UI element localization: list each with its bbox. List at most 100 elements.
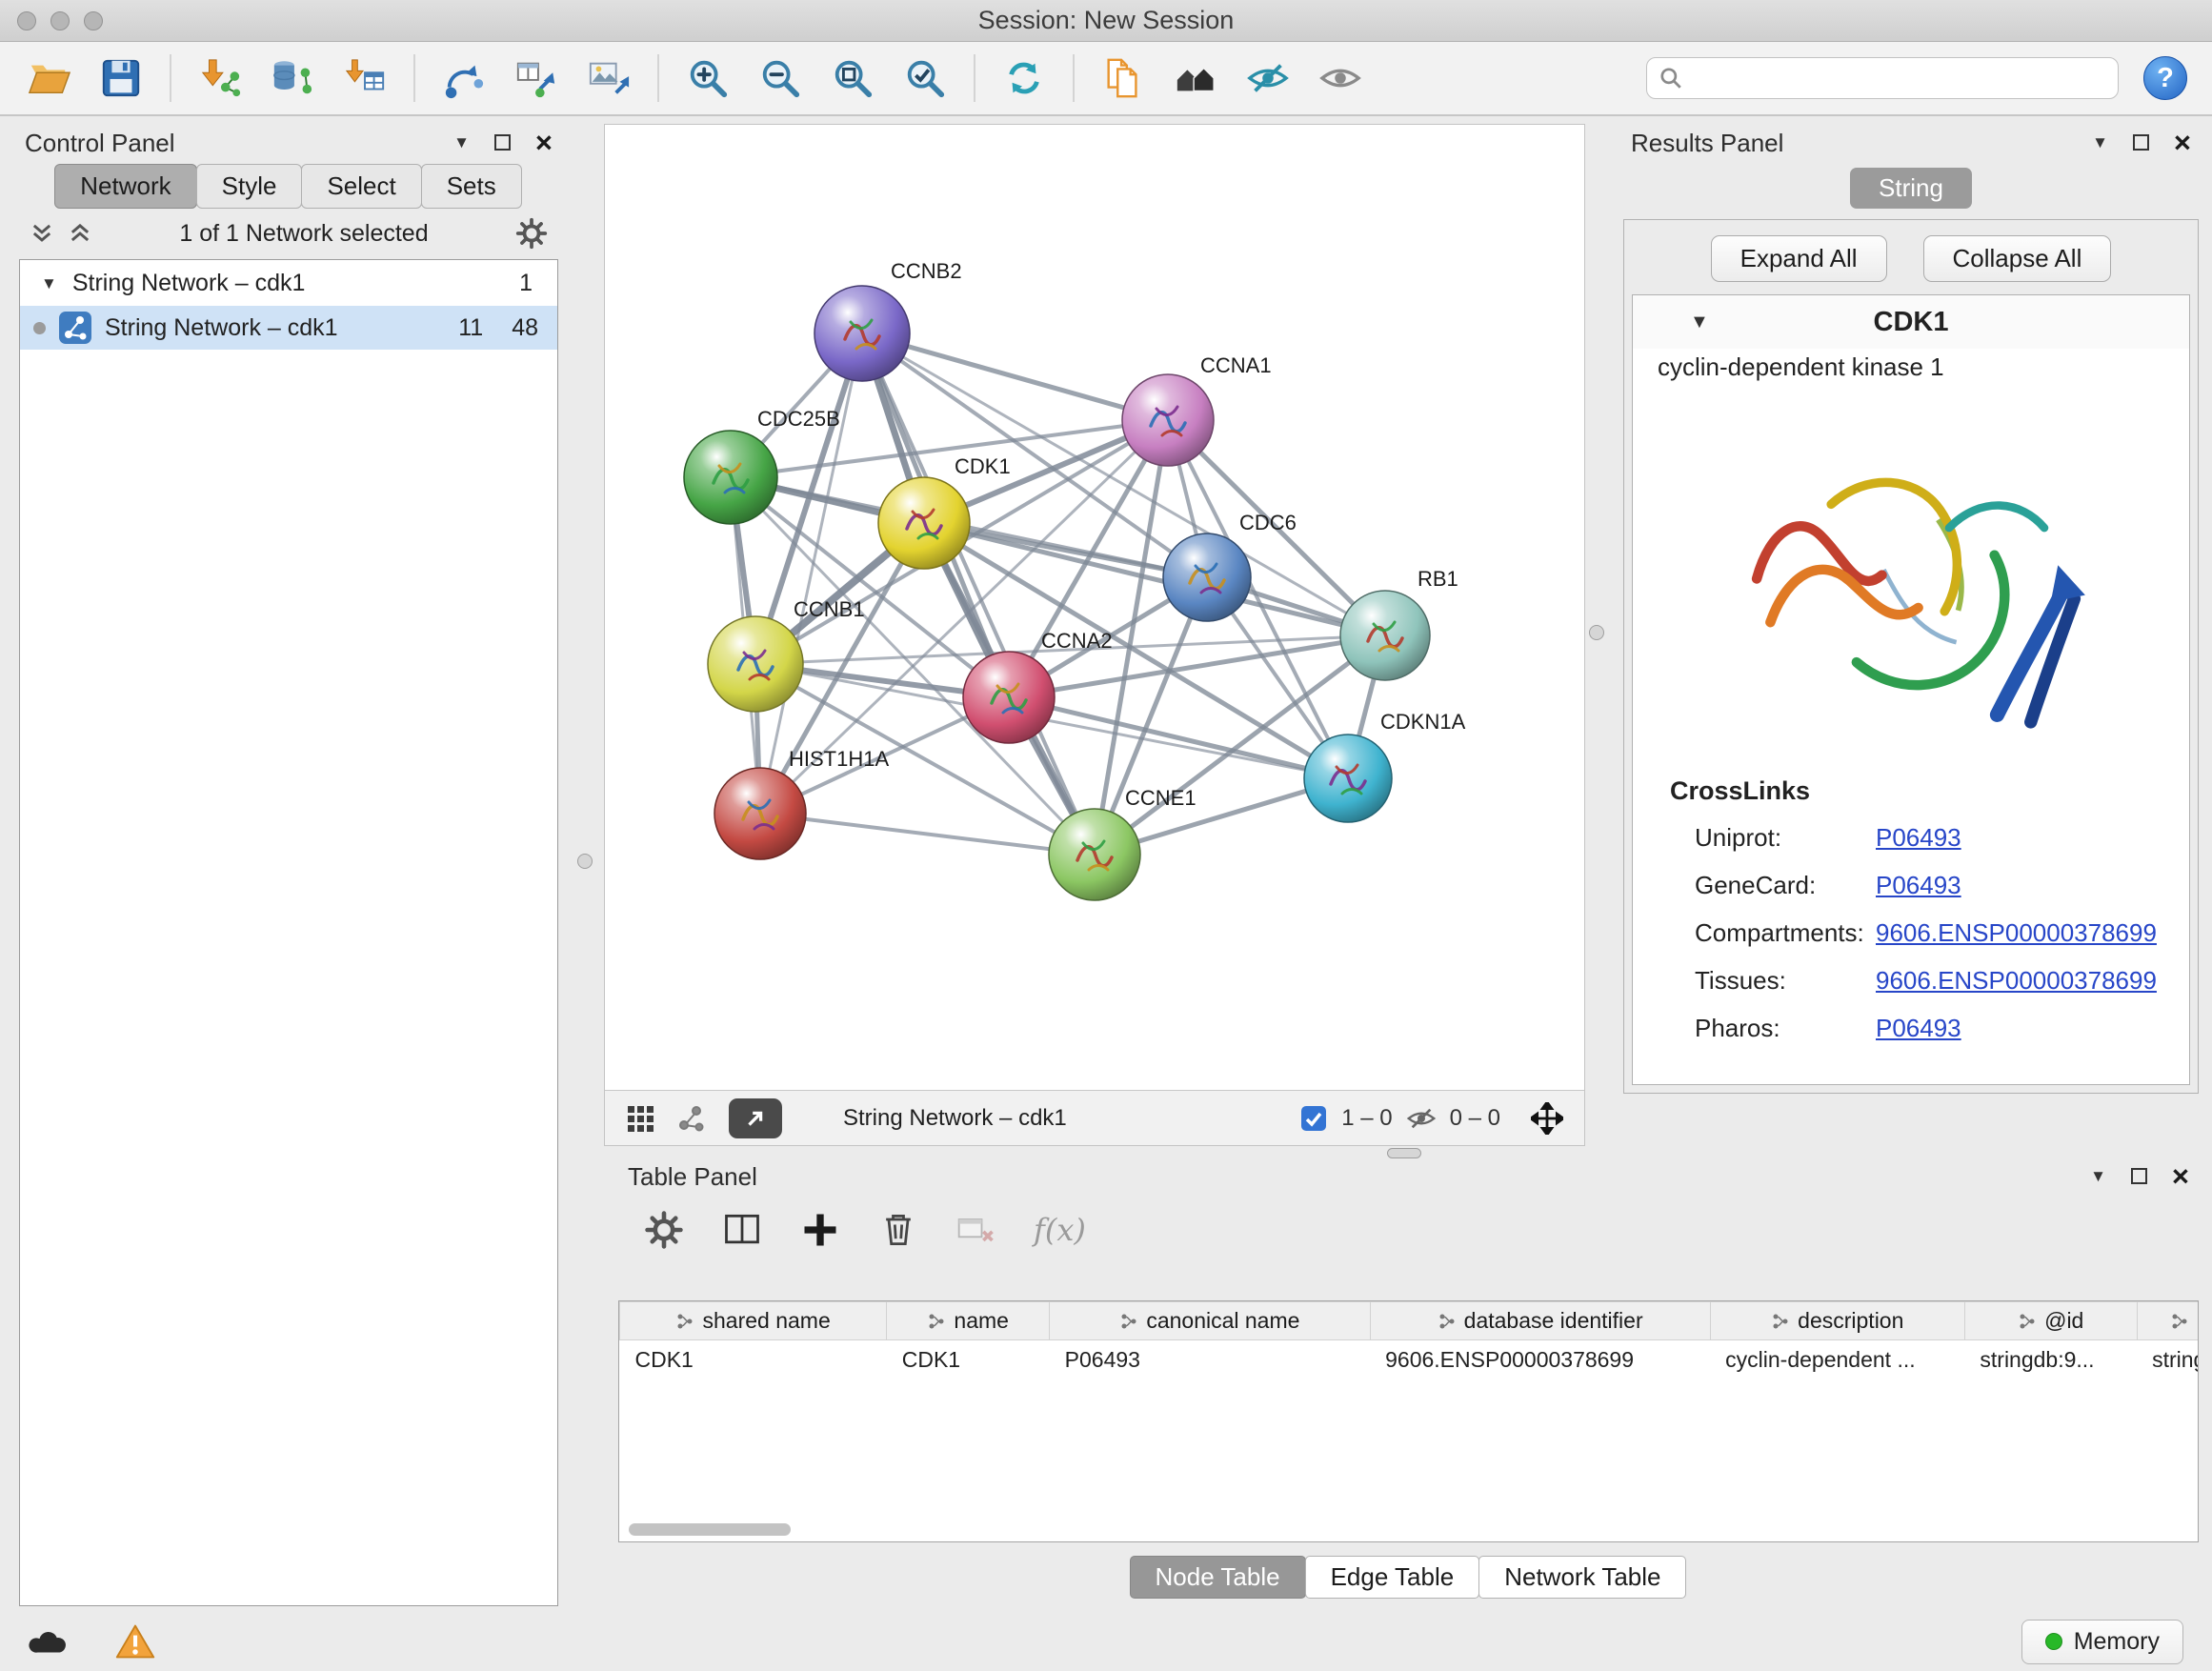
import-network-from-file-button[interactable] — [196, 54, 244, 102]
duplicate-document-button[interactable] — [1099, 54, 1147, 102]
network-canvas[interactable]: CCNB2CCNA1CDC25BCDK1CDC6RB1CCNB1CCNA2CDK… — [605, 125, 1584, 1091]
horizontal-scrollbar[interactable] — [629, 1523, 791, 1536]
crosslink-link[interactable]: P06493 — [1876, 871, 1961, 900]
save-session-button[interactable] — [97, 54, 145, 102]
panel-resize-handle[interactable] — [1387, 1148, 1421, 1158]
crosslink-link[interactable]: 9606.ENSP00000378699 — [1876, 966, 2157, 996]
crosslink-link[interactable]: 9606.ENSP00000378699 — [1876, 918, 2157, 948]
search-field[interactable] — [1646, 57, 2119, 99]
network-row-selected[interactable]: String Network – cdk1 11 48 — [20, 306, 557, 350]
crosslink-row: Tissues:9606.ENSP00000378699 — [1695, 966, 2189, 996]
zoom-window-button[interactable] — [84, 11, 103, 30]
zoom-out-button[interactable] — [756, 54, 804, 102]
collapse-section-icon[interactable]: ▼ — [1690, 312, 1709, 332]
close-window-button[interactable] — [17, 11, 36, 30]
column-header-namespace[interactable]: namespace — [2137, 1302, 2199, 1340]
network-overview-icon[interactable] — [677, 1104, 706, 1133]
new-network-from-table-button[interactable] — [513, 54, 560, 102]
close-panel-icon[interactable]: × — [2172, 1165, 2189, 1189]
home-button[interactable] — [1172, 54, 1219, 102]
close-panel-icon[interactable]: × — [2174, 131, 2191, 155]
column-header-canonical-name[interactable]: canonical name — [1050, 1302, 1370, 1340]
network-edge-CCNB2-HIST1H1A[interactable] — [760, 333, 862, 814]
show-all-eye-button[interactable] — [1317, 54, 1364, 102]
crosslink-link[interactable]: P06493 — [1876, 1014, 1961, 1043]
apply-layout-button[interactable] — [1000, 54, 1048, 102]
network-edge-CCNA2-CDKN1A[interactable] — [1009, 697, 1348, 778]
column-header-shared-name[interactable]: shared name — [620, 1302, 887, 1340]
toolbar-separator — [657, 54, 659, 102]
function-builder-icon[interactable]: f(x) — [1034, 1212, 1086, 1248]
float-panel-icon[interactable] — [2131, 1168, 2147, 1184]
tab-style[interactable]: Style — [196, 164, 303, 209]
warning-icon[interactable] — [114, 1622, 156, 1661]
column-header-database-identifier[interactable]: database identifier — [1370, 1302, 1710, 1340]
zoom-selected-button[interactable] — [901, 54, 949, 102]
tab-string[interactable]: String — [1850, 168, 1972, 209]
float-panel-icon[interactable] — [2133, 134, 2149, 151]
show-columns-icon[interactable] — [721, 1209, 763, 1251]
tab-select[interactable]: Select — [301, 164, 421, 209]
hide-selected-eye-slash-button[interactable] — [1244, 54, 1292, 102]
column-header-description[interactable]: description — [1710, 1302, 1964, 1340]
table-row[interactable]: CDK1CDK1P064939606.ENSP00000378699cyclin… — [620, 1340, 2200, 1380]
column-header-name[interactable]: name — [887, 1302, 1050, 1340]
expand-all-icon[interactable] — [67, 220, 93, 247]
crosslink-link[interactable]: P06493 — [1876, 823, 1961, 853]
panel-menu-icon[interactable]: ▼ — [2092, 134, 2108, 151]
collapse-all-icon[interactable] — [29, 220, 55, 247]
add-column-plus-icon[interactable] — [799, 1209, 841, 1251]
network-node-label: CCNE1 — [1125, 786, 1196, 810]
selected-checkbox-icon[interactable] — [1299, 1104, 1328, 1133]
column-header--id[interactable]: @id — [1964, 1302, 2137, 1340]
import-table-button[interactable] — [341, 54, 389, 102]
tab-network[interactable]: Network — [54, 164, 196, 209]
tab-node-table[interactable]: Node Table — [1130, 1556, 1306, 1599]
cloud-icon[interactable] — [29, 1624, 72, 1659]
gear-icon[interactable] — [514, 216, 549, 251]
node-table[interactable]: shared namenamecanonical namedatabase id… — [618, 1300, 2199, 1542]
help-button[interactable]: ? — [2143, 56, 2187, 100]
export-image-button[interactable] — [585, 54, 633, 102]
panel-resize-handle[interactable] — [1589, 625, 1604, 640]
export-network-button[interactable] — [729, 1098, 782, 1138]
table-cell[interactable]: P06493 — [1050, 1340, 1370, 1380]
expand-all-button[interactable]: Expand All — [1711, 235, 1887, 282]
birdseye-grid-icon[interactable] — [626, 1104, 654, 1133]
tab-network-table[interactable]: Network Table — [1478, 1556, 1686, 1599]
network-edge-CCNB2-CCNE1[interactable] — [862, 333, 1095, 855]
table-cell[interactable]: stringdb — [2137, 1340, 2199, 1380]
panel-menu-icon[interactable]: ▼ — [2090, 1168, 2106, 1184]
delete-column-trash-icon[interactable] — [877, 1209, 919, 1251]
panel-resize-handle[interactable] — [577, 854, 593, 869]
table-settings-gear-icon[interactable] — [643, 1209, 685, 1251]
tab-sets[interactable]: Sets — [421, 164, 522, 209]
network-collection-row[interactable]: ▼ String Network – cdk1 1 — [20, 260, 557, 306]
zoom-fit-button[interactable] — [829, 54, 876, 102]
search-input[interactable] — [1691, 65, 2106, 91]
import-network-from-database-button[interactable] — [269, 54, 316, 102]
panel-menu-icon[interactable]: ▼ — [453, 134, 470, 151]
table-cell[interactable]: stringdb:9... — [1964, 1340, 2137, 1380]
close-panel-icon[interactable]: × — [535, 131, 553, 155]
table-cell[interactable]: cyclin-dependent ... — [1710, 1340, 1964, 1380]
new-network-button[interactable] — [440, 54, 488, 102]
network-view-title: String Network – cdk1 — [843, 1105, 1067, 1132]
minimize-window-button[interactable] — [50, 11, 70, 30]
collection-expand-icon[interactable]: ▼ — [41, 275, 57, 292]
toolbar-separator — [170, 54, 171, 102]
tab-edge-table[interactable]: Edge Table — [1305, 1556, 1480, 1599]
table-cell[interactable]: CDK1 — [887, 1340, 1050, 1380]
memory-button[interactable]: Memory — [2021, 1620, 2183, 1664]
network-view[interactable]: CCNB2CCNA1CDC25BCDK1CDC6RB1CCNB1CCNA2CDK… — [604, 124, 1585, 1146]
collapse-all-button[interactable]: Collapse All — [1923, 235, 2112, 282]
network-edge-HIST1H1A-CCNE1[interactable] — [760, 814, 1095, 855]
pan-crosshair-icon[interactable] — [1531, 1102, 1563, 1135]
open-session-button[interactable] — [25, 54, 72, 102]
zoom-in-button[interactable] — [684, 54, 732, 102]
float-panel-icon[interactable] — [494, 134, 511, 151]
table-cell[interactable]: CDK1 — [620, 1340, 887, 1380]
gene-section-header[interactable]: ▼ CDK1 — [1633, 295, 2189, 349]
table-cell[interactable]: 9606.ENSP00000378699 — [1370, 1340, 1710, 1380]
hidden-eye-slash-icon[interactable] — [1406, 1103, 1437, 1134]
